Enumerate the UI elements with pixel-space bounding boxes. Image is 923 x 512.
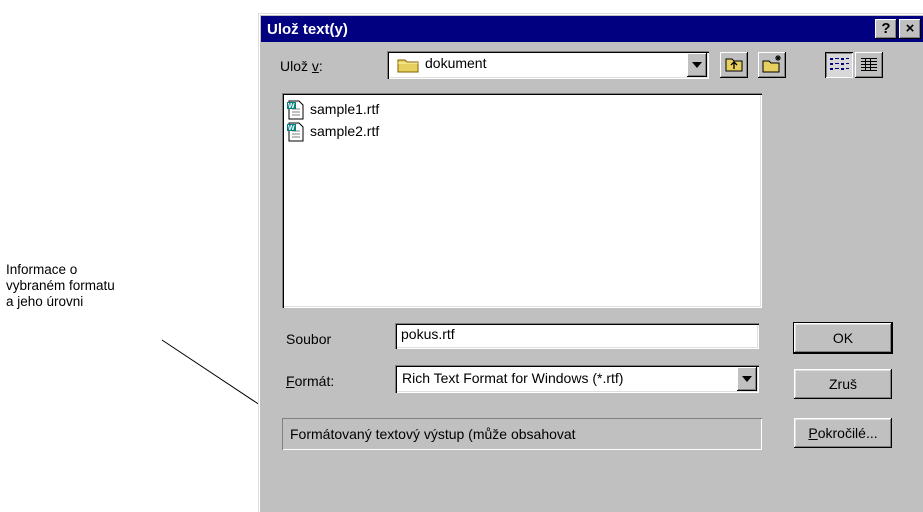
ok-button[interactable]: OK — [793, 322, 893, 354]
up-folder-icon — [725, 58, 743, 72]
save-in-value: dokument — [425, 55, 487, 71]
format-label: Formát: — [286, 373, 335, 389]
filename-label: Soubor — [286, 331, 332, 347]
svg-text:W: W — [288, 125, 295, 132]
dialog-title: Ulož text(y) — [267, 21, 348, 38]
dropdown-arrow-icon — [742, 376, 752, 382]
dropdown-arrow-icon — [692, 62, 702, 68]
up-folder-button[interactable] — [720, 52, 748, 78]
file-list[interactable]: W sample1.rtf W sample2.rtf — [282, 93, 762, 308]
format-select[interactable]: Rich Text Format for Windows (*.rtf) — [395, 365, 759, 393]
format-description: Formátovaný textový výstup (může obsahov… — [282, 418, 762, 450]
save-in-combo[interactable]: dokument — [387, 51, 709, 79]
help-button[interactable]: ? — [875, 19, 897, 39]
save-in-dropdown-button[interactable] — [687, 53, 707, 77]
details-view-icon — [861, 58, 877, 71]
rtf-file-icon: W — [287, 122, 304, 142]
cancel-button[interactable]: Zruš — [794, 369, 892, 399]
list-view-button[interactable] — [825, 52, 853, 78]
filename-input[interactable]: pokus.rtf — [395, 323, 759, 349]
format-value: Rich Text Format for Windows (*.rtf) — [402, 370, 624, 386]
title-bar: Ulož text(y) ? × — [261, 16, 923, 42]
details-view-button[interactable] — [855, 52, 883, 78]
save-in-label: Ulož v: — [280, 58, 323, 74]
new-folder-button[interactable] — [758, 52, 786, 78]
folder-icon — [397, 59, 419, 73]
svg-text:W: W — [288, 103, 295, 110]
list-view-icon — [830, 58, 849, 70]
close-button[interactable]: × — [899, 19, 921, 39]
rtf-file-icon: W — [287, 100, 304, 120]
save-text-dialog: Ulož text(y) ? × Ulož v: dokument W samp… — [258, 13, 923, 512]
advanced-button[interactable]: Pokročilé... — [794, 418, 892, 448]
format-dropdown-button[interactable] — [737, 367, 757, 391]
new-folder-icon — [762, 55, 781, 73]
file-name: sample1.rtf — [310, 101, 380, 117]
file-name: sample2.rtf — [310, 123, 380, 139]
